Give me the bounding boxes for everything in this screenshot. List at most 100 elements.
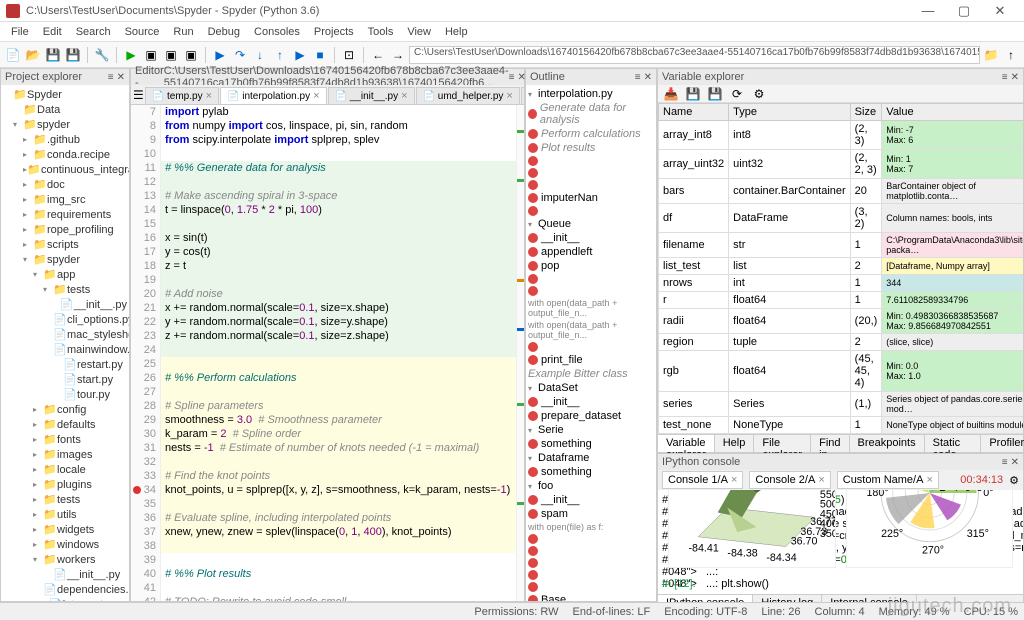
- panel-close-icon[interactable]: ✕: [117, 72, 125, 83]
- new-file-icon[interactable]: 📄: [4, 46, 22, 64]
- tree-item[interactable]: ▸📁requirements: [1, 207, 129, 222]
- tree-item[interactable]: 📁Spyder: [1, 87, 129, 102]
- varexp-tab[interactable]: Help: [715, 435, 755, 452]
- tree-item[interactable]: 📄restart.py: [1, 357, 129, 372]
- outline-tree[interactable]: ▾interpolation.pyGenerate data for analy…: [526, 85, 656, 601]
- panel-close-icon[interactable]: ✕: [1011, 72, 1019, 83]
- forward-icon[interactable]: →: [389, 46, 407, 64]
- outline-item[interactable]: pop: [528, 259, 654, 273]
- outline-item[interactable]: something: [528, 465, 654, 479]
- variable-row[interactable]: nrowsint1344: [659, 275, 1024, 292]
- outline-item[interactable]: with open(file) as f:: [528, 521, 654, 533]
- console-tab[interactable]: Custom Name/A ×: [837, 471, 939, 489]
- panel-menu-icon[interactable]: ≡: [108, 72, 114, 83]
- outline-item[interactable]: __init__: [528, 395, 654, 409]
- outline-item[interactable]: [528, 557, 654, 569]
- outline-item[interactable]: appendleft: [528, 245, 654, 259]
- tree-item[interactable]: ▸📁scripts: [1, 237, 129, 252]
- run-icon[interactable]: ▶: [122, 46, 140, 64]
- variable-row[interactable]: array_uint32uint32(2, 2, 3)Min: 1 Max: 7: [659, 150, 1024, 179]
- zoom-fit-icon[interactable]: ⊡: [340, 46, 358, 64]
- menu-help[interactable]: Help: [438, 24, 475, 40]
- import-data-icon[interactable]: 📥: [662, 85, 680, 103]
- tree-item[interactable]: 📄__init__.py: [1, 297, 129, 312]
- config-icon[interactable]: 🔧: [93, 46, 111, 64]
- outline-item[interactable]: __init__: [528, 493, 654, 507]
- variable-row[interactable]: seriesSeries(1,)Series object of pandas.…: [659, 392, 1024, 417]
- outline-item[interactable]: ▾Dataframe: [528, 451, 654, 465]
- tree-item[interactable]: ▸📁locale: [1, 462, 129, 477]
- step-out-icon[interactable]: ↑: [271, 46, 289, 64]
- outline-item[interactable]: with open(data_path + output_file_n...: [528, 297, 654, 319]
- console-output[interactable]: #048"> ...: ls = LightSource(270, 45)#04…: [658, 490, 1023, 594]
- editor-tab[interactable]: 📄 __init__.py ×: [328, 87, 415, 104]
- outline-item[interactable]: spam: [528, 507, 654, 521]
- panel-menu-icon[interactable]: ≡: [509, 72, 515, 83]
- tree-item[interactable]: 📄start.py: [1, 372, 129, 387]
- tree-item[interactable]: ▸📁.github: [1, 132, 129, 147]
- outline-item[interactable]: imputerNan: [528, 191, 654, 205]
- outline-item[interactable]: [528, 569, 654, 581]
- outline-item[interactable]: [528, 341, 654, 353]
- panel-menu-icon[interactable]: ≡: [1002, 72, 1008, 83]
- run-cell-icon[interactable]: ▣: [142, 46, 160, 64]
- editor-tab[interactable]: 📄 umd_main.py ×: [521, 87, 524, 104]
- menu-run[interactable]: Run: [166, 24, 200, 40]
- console-tab[interactable]: Console 1/A ×: [662, 471, 743, 489]
- tree-item[interactable]: ▸📁continuous_integration: [1, 162, 129, 177]
- debug-icon[interactable]: ▶: [211, 46, 229, 64]
- varexp-tab[interactable]: Static code analysis: [925, 435, 982, 452]
- outline-item[interactable]: [528, 179, 654, 191]
- outline-item[interactable]: [528, 205, 654, 217]
- outline-item[interactable]: Example Bitter class: [528, 367, 654, 381]
- outline-item[interactable]: Generate data for analysis: [528, 101, 654, 127]
- panel-close-icon[interactable]: ✕: [644, 72, 652, 83]
- tree-item[interactable]: 📄cli_options.py: [1, 312, 129, 327]
- run-selection-icon[interactable]: ▣: [182, 46, 200, 64]
- outline-item[interactable]: ▾interpolation.py: [528, 87, 654, 101]
- tree-item[interactable]: ▸📁config: [1, 402, 129, 417]
- variable-row[interactable]: test_noneNoneType1NoneType object of bui…: [659, 417, 1024, 434]
- step-over-icon[interactable]: ↷: [231, 46, 249, 64]
- continue-icon[interactable]: ▶: [291, 46, 309, 64]
- tree-item[interactable]: ▸📁windows: [1, 537, 129, 552]
- outline-item[interactable]: __init__: [528, 231, 654, 245]
- menu-view[interactable]: View: [400, 24, 438, 40]
- options-icon[interactable]: ⚙: [750, 85, 768, 103]
- panel-menu-icon[interactable]: ≡: [635, 72, 641, 83]
- close-button[interactable]: ✕: [982, 3, 1018, 19]
- panel-menu-icon[interactable]: ≡: [1002, 457, 1008, 468]
- tree-item[interactable]: ▸📁fonts: [1, 432, 129, 447]
- variable-row[interactable]: array_int8int8(2, 3)Min: -7 Max: 6: [659, 121, 1024, 150]
- editor-tab[interactable]: 📄 interpolation.py ×: [220, 87, 327, 105]
- refresh-icon[interactable]: ⟳: [728, 85, 746, 103]
- outline-item[interactable]: [528, 273, 654, 285]
- outline-item[interactable]: [528, 533, 654, 545]
- outline-item[interactable]: with open(data_path + output_file_n...: [528, 319, 654, 341]
- project-tree[interactable]: 📁Spyder📁Data▾📁spyder▸📁.github▸📁conda.rec…: [1, 85, 129, 601]
- menu-source[interactable]: Source: [118, 24, 167, 40]
- tree-item[interactable]: ▸📁doc: [1, 177, 129, 192]
- code-editor[interactable]: 7891011121314151617181920212223242526272…: [131, 105, 524, 601]
- tree-item[interactable]: ▸📁utils: [1, 507, 129, 522]
- tree-item[interactable]: 📄tour.py: [1, 387, 129, 402]
- outline-item[interactable]: ▾foo: [528, 479, 654, 493]
- variable-row[interactable]: rgbfloat64(45, 45, 4)Min: 0.0 Max: 1.0: [659, 351, 1024, 392]
- variable-row[interactable]: regiontuple2(slice, slice): [659, 334, 1024, 351]
- variable-row[interactable]: dfDataFrame(3, 2)Column names: bools, in…: [659, 204, 1024, 233]
- outline-item[interactable]: something: [528, 437, 654, 451]
- outline-item[interactable]: [528, 285, 654, 297]
- variable-table[interactable]: NameTypeSizeValuearray_int8int8(2, 3)Min…: [658, 103, 1023, 434]
- tree-item[interactable]: 📄dependencies.py: [1, 582, 129, 597]
- back-icon[interactable]: ←: [369, 46, 387, 64]
- outline-item[interactable]: Perform calculations: [528, 127, 654, 141]
- menu-debug[interactable]: Debug: [201, 24, 247, 40]
- step-in-icon[interactable]: ↓: [251, 46, 269, 64]
- tree-item[interactable]: 📄mainwindow.py: [1, 342, 129, 357]
- open-file-icon[interactable]: 📂: [24, 46, 42, 64]
- menu-consoles[interactable]: Consoles: [247, 24, 307, 40]
- tree-item[interactable]: 📄mac_stylesheet.qss: [1, 327, 129, 342]
- tree-item[interactable]: ▾📁tests: [1, 282, 129, 297]
- tree-item[interactable]: ▸📁tests: [1, 492, 129, 507]
- panel-close-icon[interactable]: ✕: [1011, 457, 1019, 468]
